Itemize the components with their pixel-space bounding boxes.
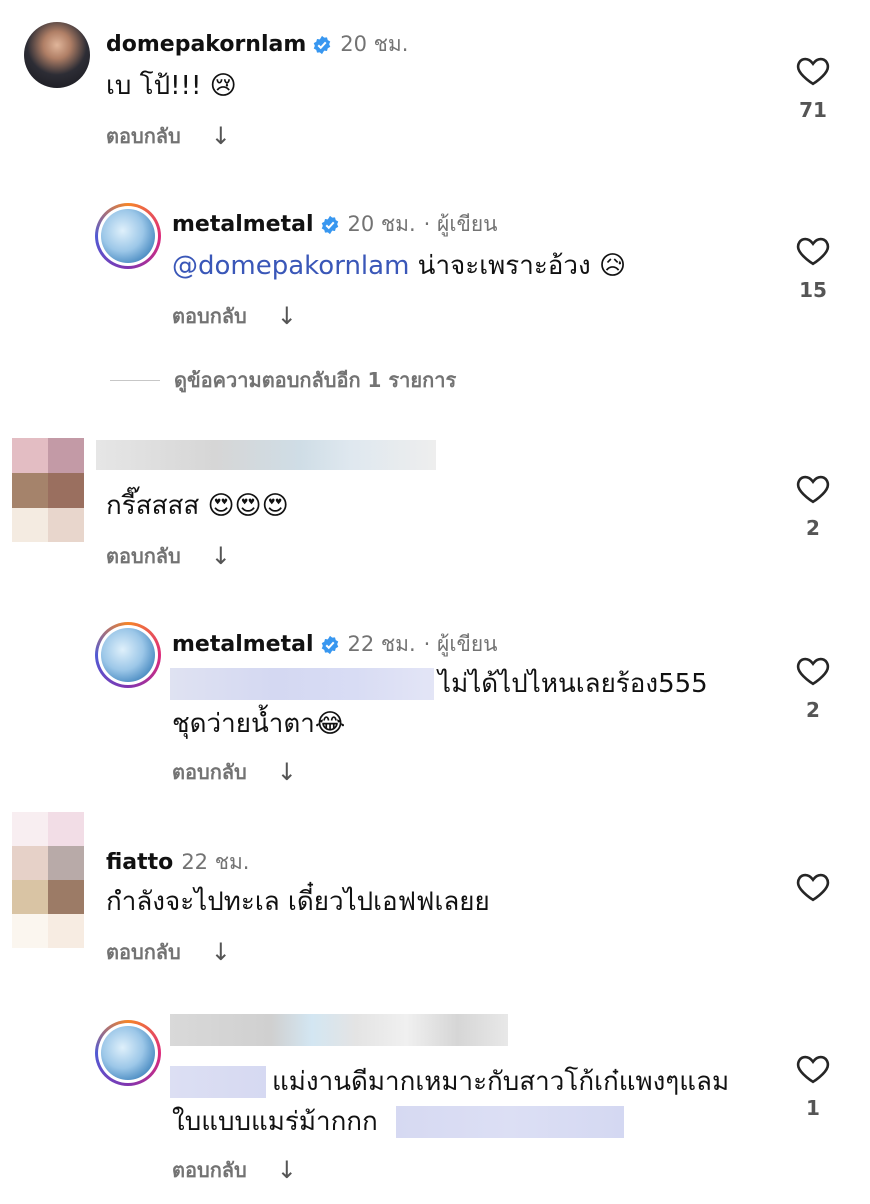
like-control[interactable]: 15 bbox=[793, 234, 833, 302]
comment-text-line-2: ชุดว่ายน้ำตา😂 bbox=[172, 709, 346, 739]
avatar-pixelated[interactable] bbox=[12, 812, 84, 948]
like-count: 71 bbox=[799, 98, 827, 122]
avatar-pixelated[interactable] bbox=[12, 438, 84, 542]
comment-time: 22 ชม. bbox=[347, 632, 416, 656]
reply-button[interactable]: ตอบกลับ ↓ bbox=[106, 120, 231, 152]
arrow-down-icon[interactable]: ↓ bbox=[277, 1156, 297, 1184]
view-more-label[interactable]: ดูข้อความตอบกลับอีก 1 รายการ bbox=[174, 364, 456, 396]
username-redacted bbox=[170, 1014, 508, 1046]
comment-anonymous-1: กรี๊สสสส 😍😍😍 ตอบกลับ ↓ 2 bbox=[0, 400, 870, 610]
username[interactable]: fiatto bbox=[106, 850, 173, 875]
comment-text-line-1: ไม่ได้ไปไหนเลยร้อง555 bbox=[438, 669, 708, 699]
arrow-down-icon[interactable]: ↓ bbox=[277, 758, 297, 786]
reply-label: ตอบกลับ bbox=[106, 124, 181, 148]
comment-time: 22 ชม. bbox=[181, 850, 250, 874]
like-count: 15 bbox=[799, 278, 827, 302]
reply-button[interactable]: ตอบกลับ ↓ bbox=[106, 540, 231, 572]
arrow-down-icon[interactable]: ↓ bbox=[211, 542, 231, 570]
comment-text: @domepakornlam น่าจะเพราะอ้วง 😥 bbox=[172, 246, 626, 286]
username[interactable]: metalmetal bbox=[172, 212, 314, 237]
heart-outline-icon[interactable] bbox=[795, 54, 831, 86]
comment-text-body: น่าจะเพราะอ้วง 😥 bbox=[417, 251, 627, 281]
comment-domepakornlam: domepakornlam 20 ชม. เบ โป้!!! 😢 ตอบกลับ… bbox=[0, 0, 870, 180]
reply-button[interactable]: ตอบกลับ ↓ bbox=[106, 936, 231, 968]
mention-redacted bbox=[170, 668, 434, 700]
avatar[interactable] bbox=[95, 622, 161, 688]
comment-time: 20 ชม. bbox=[340, 32, 409, 56]
comment-time: 20 ชม. bbox=[347, 212, 416, 236]
username[interactable]: metalmetal bbox=[172, 632, 314, 657]
comment-text: กำลังจะไปทะเล เดี๋ยวไปเอฟฟเลยย bbox=[106, 887, 490, 917]
heart-outline-icon[interactable] bbox=[795, 1052, 831, 1084]
mention-redacted-2 bbox=[396, 1106, 624, 1138]
heart-outline-icon[interactable] bbox=[795, 654, 831, 686]
avatar[interactable] bbox=[95, 1020, 161, 1086]
reply-label: ตอบกลับ bbox=[172, 304, 247, 328]
verified-badge-icon bbox=[321, 215, 338, 234]
reply-metalmetal-2: metalmetal 22 ชม. · ผู้เขียน ไม่ได้ไปไหน… bbox=[0, 600, 870, 810]
reply-anonymous-1: แม่งานดีมากเหมาะกับสาวโก้เก๋แพงๆแลม ใบแบ… bbox=[0, 1000, 870, 1204]
reply-label: ตอบกลับ bbox=[172, 760, 247, 784]
comment-text: เบ โป้!!! 😢 bbox=[106, 71, 237, 101]
avatar[interactable] bbox=[95, 203, 161, 269]
comment-text-line-2: ใบแบบแมร่ม้ากกก bbox=[172, 1107, 378, 1137]
comment-text-line-1: แม่งานดีมากเหมาะกับสาวโก้เก๋แพงๆแลม bbox=[272, 1067, 730, 1097]
verified-badge-icon bbox=[314, 35, 331, 54]
arrow-down-icon[interactable]: ↓ bbox=[277, 302, 297, 330]
mention-redacted bbox=[170, 1066, 266, 1098]
heart-outline-icon[interactable] bbox=[795, 472, 831, 504]
like-control[interactable] bbox=[793, 870, 833, 902]
username-redacted bbox=[96, 440, 436, 470]
reply-button[interactable]: ตอบกลับ ↓ bbox=[172, 1154, 297, 1186]
heart-outline-icon[interactable] bbox=[795, 870, 831, 902]
reply-label: ตอบกลับ bbox=[172, 1158, 247, 1182]
reply-button[interactable]: ตอบกลับ ↓ bbox=[172, 756, 297, 788]
divider bbox=[110, 379, 160, 381]
heart-outline-icon[interactable] bbox=[795, 234, 831, 266]
author-tag: · ผู้เขียน bbox=[423, 212, 498, 236]
like-control[interactable]: 71 bbox=[793, 54, 833, 122]
username[interactable]: domepakornlam bbox=[106, 32, 306, 57]
like-control[interactable]: 2 bbox=[793, 472, 833, 540]
verified-badge-icon bbox=[321, 635, 338, 654]
arrow-down-icon[interactable]: ↓ bbox=[211, 938, 231, 966]
reply-label: ตอบกลับ bbox=[106, 544, 181, 568]
reply-label: ตอบกลับ bbox=[106, 940, 181, 964]
avatar[interactable] bbox=[24, 22, 90, 88]
like-count: 2 bbox=[806, 698, 820, 722]
mention-link[interactable]: @domepakornlam bbox=[172, 251, 409, 281]
like-count: 2 bbox=[806, 516, 820, 540]
reply-button[interactable]: ตอบกลับ ↓ bbox=[172, 300, 297, 332]
arrow-down-icon[interactable]: ↓ bbox=[211, 122, 231, 150]
like-control[interactable]: 1 bbox=[793, 1052, 833, 1120]
author-tag: · ผู้เขียน bbox=[423, 632, 498, 656]
like-count: 1 bbox=[806, 1096, 820, 1120]
comment-fiatto: fiatto 22 ชม. กำลังจะไปทะเล เดี๋ยวไปเอฟฟ… bbox=[0, 810, 870, 1000]
view-more-replies[interactable]: ดูข้อความตอบกลับอีก 1 รายการ bbox=[110, 364, 456, 396]
like-control[interactable]: 2 bbox=[793, 654, 833, 722]
comment-text: กรี๊สสสส 😍😍😍 bbox=[106, 491, 289, 521]
